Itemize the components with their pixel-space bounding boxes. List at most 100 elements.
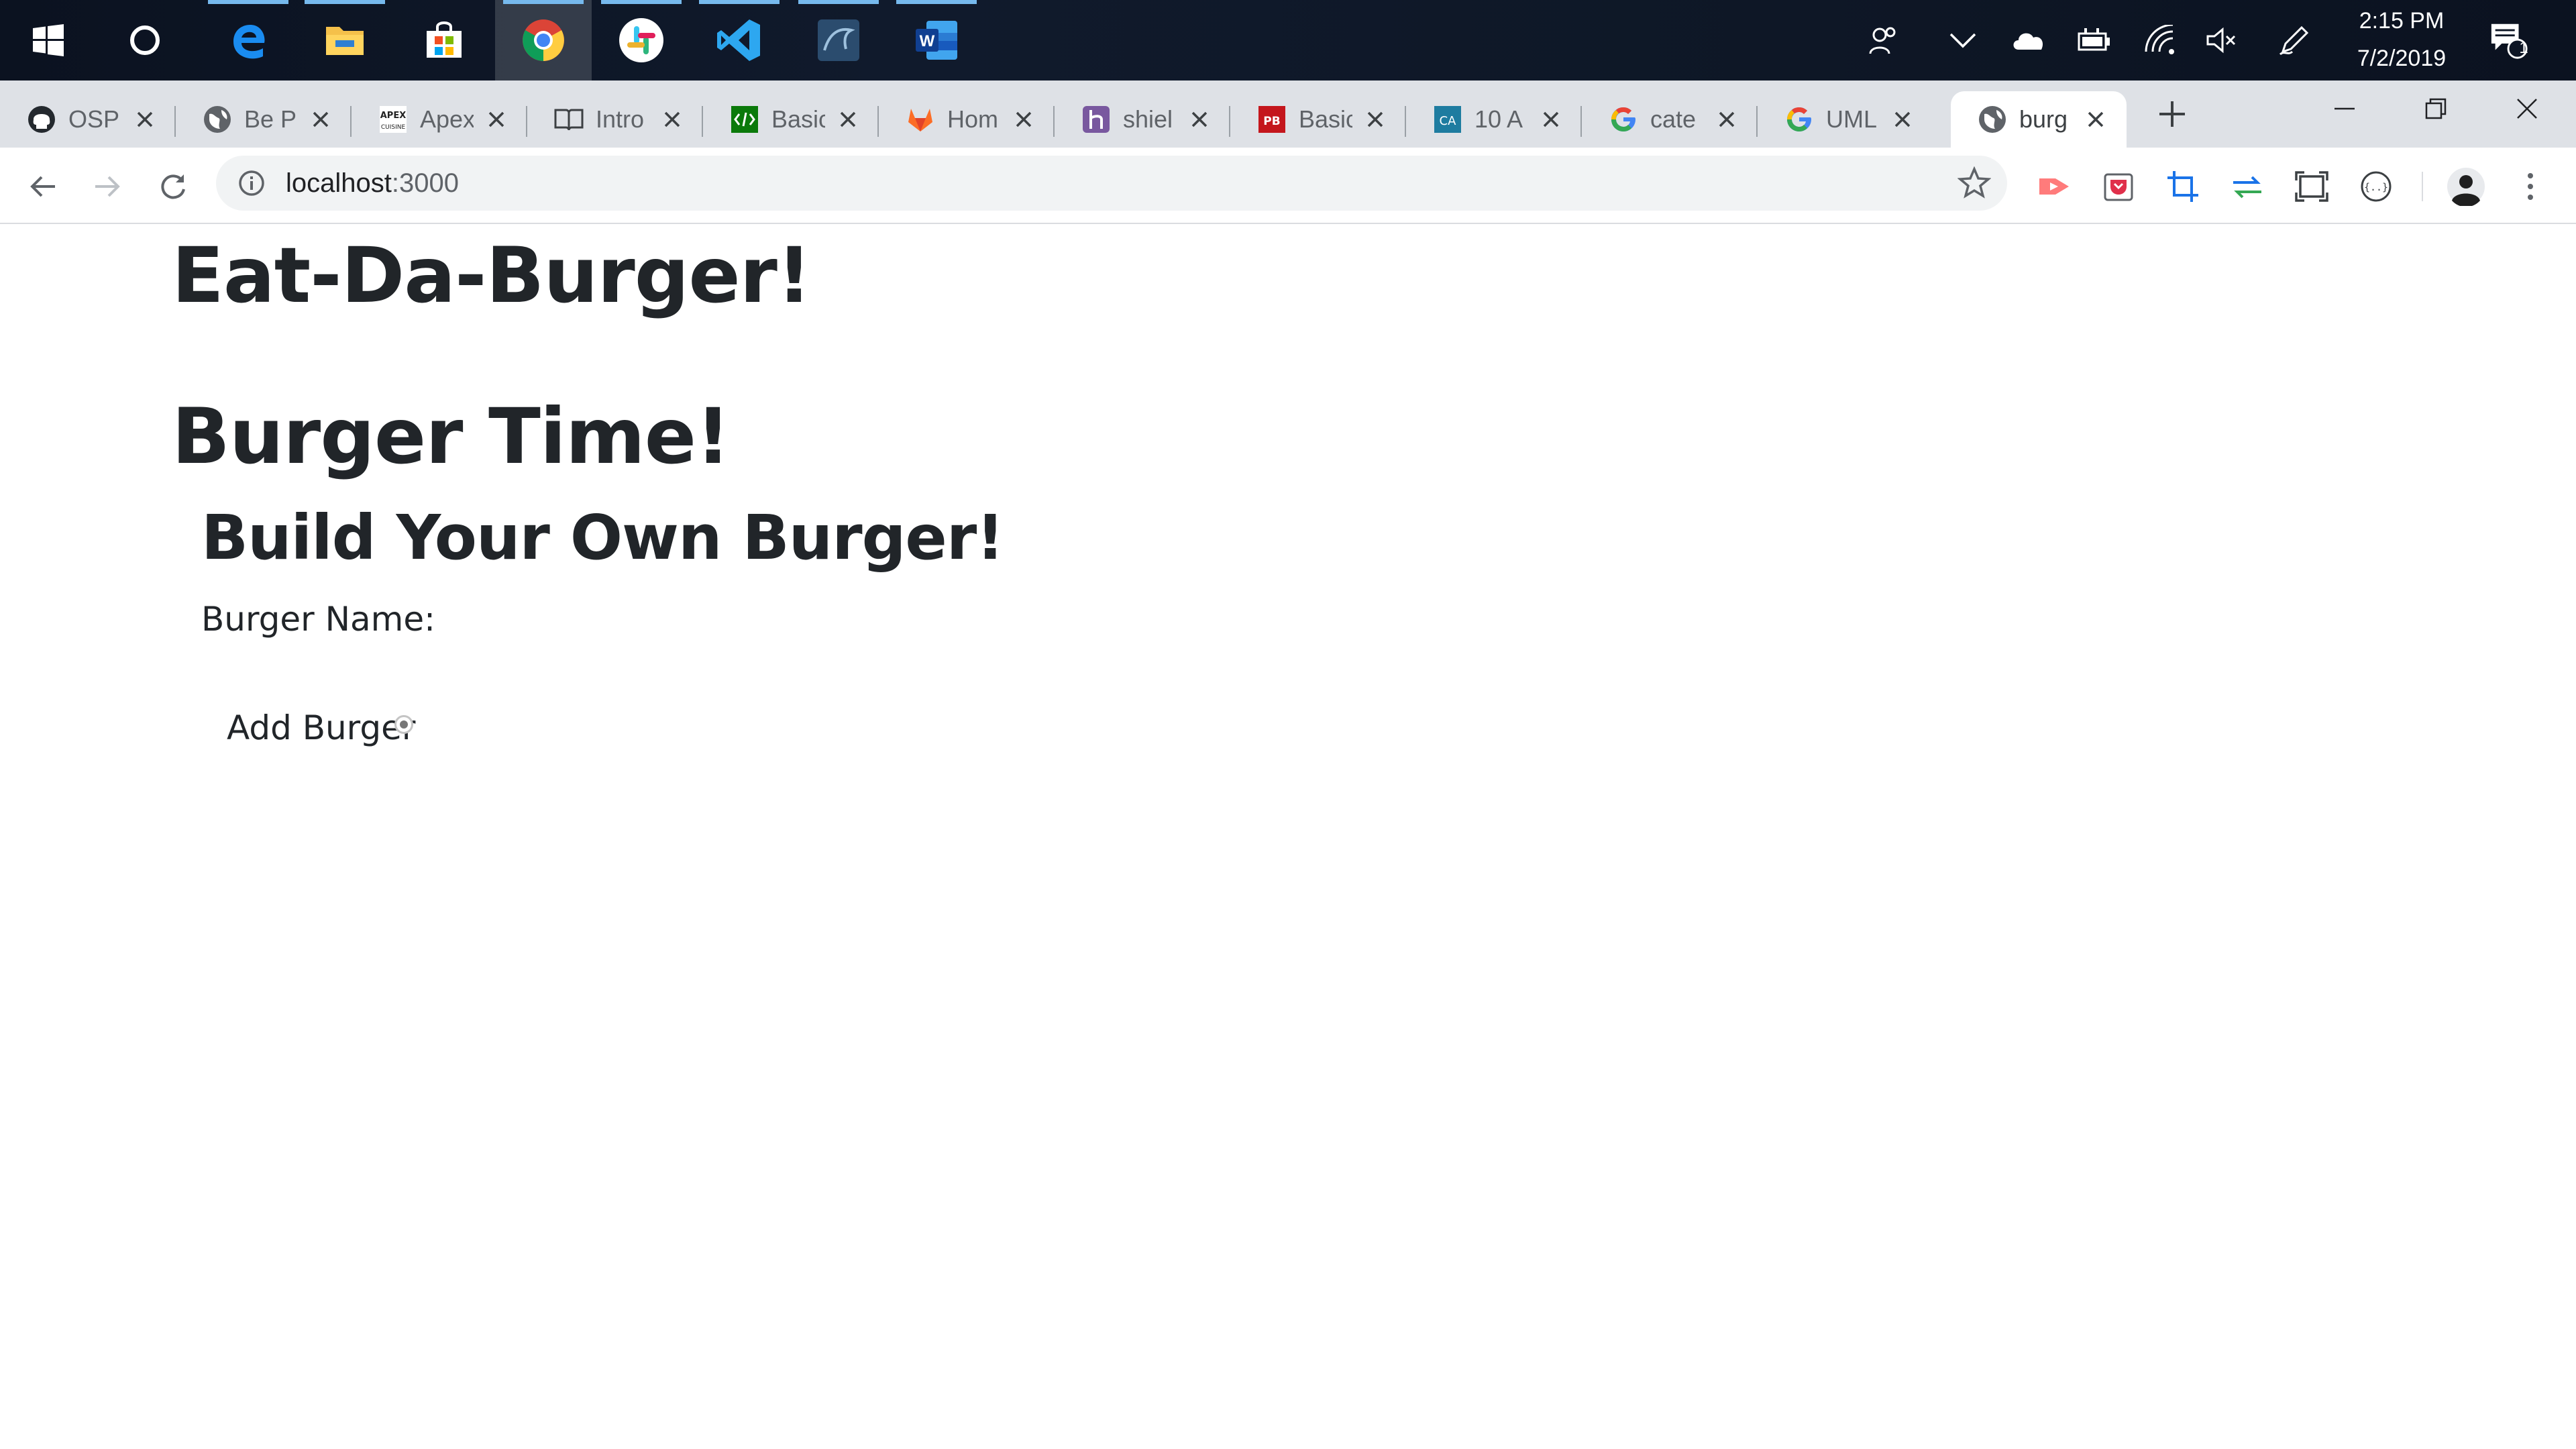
extension-button-pocket[interactable] <box>2098 166 2139 207</box>
tab-basic-1[interactable]: Basic <box>703 91 879 148</box>
extension-button-json[interactable]: {..} <box>2356 166 2396 207</box>
close-tab-icon[interactable] <box>1362 106 1389 133</box>
pen-icon <box>2279 25 2309 56</box>
word-taskbar-button[interactable]: W <box>888 0 985 80</box>
svg-text:PB: PB <box>1263 115 1280 128</box>
close-tab-icon[interactable] <box>1889 106 1916 133</box>
volume-muted-icon <box>2206 27 2236 54</box>
vscode-taskbar-button[interactable] <box>691 0 788 80</box>
close-tab-icon[interactable] <box>659 106 686 133</box>
svg-text:CA: CA <box>1440 114 1457 128</box>
edge-taskbar-button[interactable] <box>200 0 297 80</box>
add-burger-button[interactable]: Add Burger <box>227 708 415 747</box>
add-burger-radio[interactable] <box>394 715 413 734</box>
profile-avatar-button[interactable] <box>2446 166 2486 207</box>
extension-button-video[interactable] <box>2034 166 2074 207</box>
plus-icon <box>2159 101 2185 127</box>
info-icon[interactable] <box>237 169 266 197</box>
file-explorer-taskbar-button[interactable] <box>297 0 393 80</box>
url-host: localhost <box>286 168 392 198</box>
bookmark-star-icon[interactable] <box>1957 166 1991 200</box>
windows-logo-icon <box>33 24 64 56</box>
extension-button-crop[interactable] <box>2163 166 2203 207</box>
battery-charging-icon <box>2078 28 2110 51</box>
tab-burger-active[interactable]: burg <box>1951 91 2127 148</box>
reload-button[interactable] <box>153 166 193 207</box>
new-tab-button[interactable] <box>2152 94 2192 134</box>
address-bar[interactable]: localhost:3000 <box>216 156 2007 211</box>
notification-count-badge: 1 <box>2519 39 2528 57</box>
svg-text:APEX: APEX <box>380 111 407 121</box>
forward-button[interactable] <box>87 166 127 207</box>
store-bag-icon <box>427 21 462 58</box>
chrome-menu-button[interactable] <box>2510 166 2551 207</box>
cortana-button[interactable] <box>97 0 193 80</box>
close-tab-icon[interactable] <box>1713 106 1740 133</box>
avatar <box>2447 168 2485 206</box>
google-icon <box>1609 105 1638 134</box>
extension-button-arrows[interactable] <box>2227 166 2267 207</box>
close-tab-icon[interactable] <box>2082 106 2109 133</box>
edge-icon <box>233 25 265 59</box>
chevron-down-icon <box>1949 33 1976 48</box>
tab-shield[interactable]: shiel <box>1055 91 1230 148</box>
volume-tray-button[interactable] <box>2202 20 2242 60</box>
toolbar-divider <box>2422 172 2423 201</box>
heroku-icon <box>1081 105 1111 134</box>
tab-home[interactable]: Hom <box>879 91 1055 148</box>
close-tab-icon[interactable] <box>131 106 158 133</box>
burger-name-label: Burger Name: <box>201 600 435 639</box>
close-tab-icon[interactable] <box>1538 106 1564 133</box>
close-tab-icon[interactable] <box>483 106 510 133</box>
url-text[interactable]: localhost:3000 <box>286 168 459 199</box>
cortana-circle-icon <box>130 25 160 55</box>
close-tab-icon[interactable] <box>1010 106 1037 133</box>
tab-title: burg <box>2019 105 2068 133</box>
extension-button-screenshot[interactable] <box>2292 166 2332 207</box>
onedrive-tray-button[interactable] <box>2008 20 2049 60</box>
close-tab-icon[interactable] <box>1186 106 1213 133</box>
action-center-button[interactable]: 1 <box>2489 20 2529 60</box>
chrome-icon <box>523 19 564 61</box>
pen-workspace-tray-button[interactable] <box>2274 20 2314 60</box>
minimize-window-button[interactable] <box>2301 80 2388 137</box>
pocket-icon <box>2104 173 2133 201</box>
close-tab-icon[interactable] <box>307 106 334 133</box>
slack-taskbar-button[interactable] <box>593 0 690 80</box>
back-button[interactable] <box>23 166 63 207</box>
close-tab-icon[interactable] <box>835 106 861 133</box>
tab-uml[interactable]: UML <box>1758 91 1933 148</box>
tab-title: OSP <box>68 105 120 133</box>
start-button[interactable] <box>0 0 97 80</box>
screen-capture-icon <box>2295 171 2328 202</box>
tab-osp[interactable]: OSP <box>0 91 176 148</box>
battery-tray-button[interactable] <box>2074 20 2114 60</box>
store-taskbar-button[interactable] <box>396 0 492 80</box>
code-icon <box>730 105 759 134</box>
tab-basic-2[interactable]: PB Basic <box>1230 91 1406 148</box>
tab-title: cate <box>1650 105 1697 133</box>
tab-intro[interactable]: Intro <box>527 91 703 148</box>
close-window-button[interactable] <box>2483 80 2571 137</box>
clock-date[interactable]: 7/2/2019 <box>2328 46 2475 72</box>
people-tray-button[interactable] <box>1864 20 1904 60</box>
tab-title: shiel <box>1123 105 1173 133</box>
network-tray-button[interactable] <box>2140 20 2180 60</box>
globe-icon <box>1978 105 2007 134</box>
close-icon <box>2517 99 2537 119</box>
clock-time[interactable]: 2:15 PM <box>2328 8 2475 34</box>
show-hidden-icons-button[interactable] <box>1943 20 1983 60</box>
restore-window-button[interactable] <box>2392 80 2479 137</box>
book-icon <box>554 105 584 134</box>
tab-be-p[interactable]: Be P <box>176 91 352 148</box>
svg-text:W: W <box>920 32 935 50</box>
chrome-taskbar-button[interactable] <box>495 0 592 80</box>
vscode-icon <box>717 19 760 61</box>
more-vertical-icon <box>2528 173 2533 200</box>
google-icon <box>1784 105 1814 134</box>
folder-icon <box>326 27 364 55</box>
tab-cate[interactable]: cate <box>1582 91 1758 148</box>
tab-apex[interactable]: APEX CUISINE Apex <box>352 91 527 148</box>
tab-10-a[interactable]: CA 10 A <box>1406 91 1582 148</box>
mysql-workbench-taskbar-button[interactable] <box>790 0 887 80</box>
